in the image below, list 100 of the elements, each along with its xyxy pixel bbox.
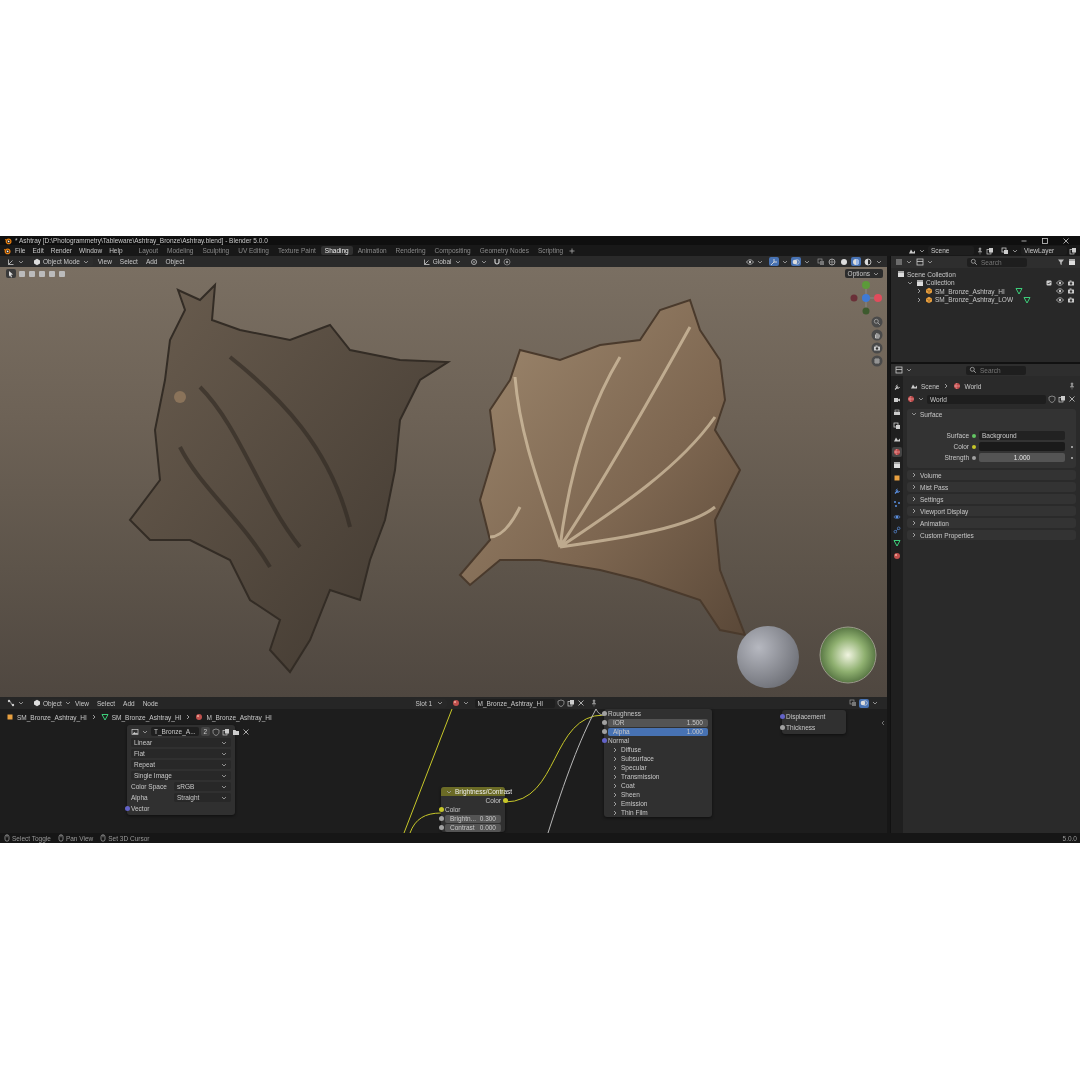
grid-icon[interactable] [871,355,883,367]
gizmo-button[interactable] [769,257,779,266]
properties-tab[interactable] [892,395,902,405]
gizmo-icon [770,257,778,266]
folder-icon[interactable] [232,727,241,736]
add-workspace-icon[interactable] [568,246,577,255]
collection-icon [893,461,901,469]
particles-icon [893,500,901,508]
input-socket[interactable] [438,816,444,821]
world-browse-button[interactable] [907,395,925,403]
cube-icon [33,699,41,707]
chevron-icon [871,699,879,707]
close-icon[interactable] [242,727,251,736]
eye-icon [746,257,754,266]
properties-tab[interactable] [892,512,902,522]
editor-type-button[interactable] [895,366,913,374]
chevron-icon [461,699,470,707]
node-editor-icon [7,699,15,707]
pivot-icon [469,257,478,266]
image-icon [131,727,139,736]
half-sphere-icon [864,257,872,266]
maximize-icon[interactable] [1041,236,1049,245]
properties-tab[interactable] [892,460,902,470]
pin-icon[interactable] [976,246,984,255]
shading-mode-button[interactable] [863,257,873,266]
input-socket[interactable] [438,825,444,830]
checkbox-icon[interactable] [1045,278,1053,287]
copy-icon[interactable] [1069,246,1077,255]
pin-icon[interactable] [1068,382,1076,390]
properties-tab[interactable] [892,551,902,561]
mesh-data-icon [893,539,901,547]
input-socket[interactable] [601,738,607,743]
render-icon [893,396,901,404]
pin-icon[interactable] [589,699,598,707]
hand-icon[interactable] [871,329,883,341]
input-socket[interactable] [779,725,785,730]
wire-sphere-icon [828,257,836,266]
zoom-icon[interactable] [871,316,883,328]
search-icon [970,258,978,266]
shading-mode-button[interactable] [839,257,849,266]
copy-icon[interactable] [566,699,575,707]
xray-icon[interactable] [849,699,857,707]
input-socket[interactable] [779,714,785,719]
sphere-drawing [737,626,799,688]
image-browse-button[interactable] [131,727,149,736]
input-socket[interactable] [601,711,607,716]
constraint-icon [893,526,901,534]
chevron-icon [435,699,444,707]
solid-sphere-icon [840,257,848,266]
camera-icon[interactable] [1067,278,1075,287]
printer-icon [893,409,901,417]
chevron-icon [917,395,925,403]
shield-icon[interactable] [1048,395,1056,403]
shading-mode-button[interactable] [827,257,837,266]
logo-icon[interactable] [3,246,11,255]
magnet-icon[interactable] [492,257,501,266]
copy-icon[interactable] [222,727,231,736]
sidebar-toggle-icon[interactable] [879,719,887,727]
eye-icon[interactable] [1056,287,1064,296]
color-swatch[interactable] [979,442,1065,451]
close-icon[interactable] [1062,236,1070,245]
select-tool-button[interactable] [6,269,16,278]
overlay-button[interactable] [859,698,869,708]
new-collection-icon[interactable] [1068,258,1076,266]
proportional-edit-icon[interactable] [502,257,511,266]
overlay-icon [860,699,868,707]
input-socket[interactable] [601,720,607,725]
copy-icon[interactable] [986,246,994,255]
input-socket[interactable] [438,807,444,812]
display-mode-button[interactable] [916,258,934,266]
overlay-button[interactable] [791,257,801,266]
hdri-sphere-drawing [819,626,877,684]
shading-mode-button[interactable] [851,257,861,266]
world-icon [953,382,962,390]
properties-tab[interactable] [892,408,902,418]
xray-icon[interactable] [817,257,825,266]
mouse-icon [99,834,108,842]
object-icon [893,474,901,482]
layers-icon[interactable] [1001,246,1009,255]
shield-icon[interactable] [556,699,565,707]
physics-icon [893,513,901,521]
properties-tab[interactable] [892,382,902,392]
world-icon [893,448,901,456]
input-socket[interactable] [601,729,607,734]
close-icon[interactable] [1068,395,1076,403]
editor-type-button[interactable] [895,258,913,266]
axis-gizmo-icon[interactable] [850,281,882,315]
copy-icon[interactable] [1058,395,1066,403]
output-socket[interactable] [502,798,508,803]
list-icon [895,258,903,266]
properties-tab[interactable] [892,538,902,548]
input-socket[interactable] [124,806,130,811]
filter-icon[interactable] [1057,258,1065,266]
camera-icon[interactable] [871,342,883,354]
properties-tab[interactable] [892,473,902,483]
properties-tab[interactable] [892,421,902,431]
panel-icon [916,258,924,266]
eye-icon[interactable] [1056,278,1064,287]
close-icon[interactable] [576,699,585,707]
eye-icon[interactable] [1056,295,1064,304]
